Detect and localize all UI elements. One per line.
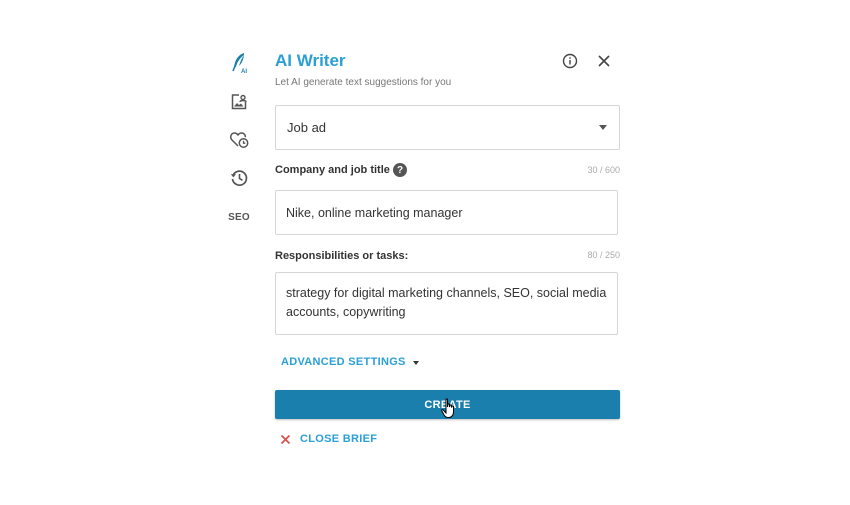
company-counter: 30 / 600 (587, 165, 620, 175)
help-icon[interactable]: ? (393, 163, 407, 177)
sidebar-item-images[interactable] (222, 89, 256, 115)
caret-down-icon (412, 360, 419, 365)
advanced-settings-label: ADVANCED SETTINGS (281, 356, 406, 368)
advanced-settings-toggle[interactable]: ADVANCED SETTINGS (281, 356, 419, 368)
close-brief-label: CLOSE BRIEF (300, 433, 378, 445)
close-brief-button[interactable]: CLOSE BRIEF (280, 433, 377, 445)
close-icon (598, 55, 610, 67)
sidebar-item-history[interactable] (222, 165, 256, 191)
sidebar-item-favorites[interactable] (222, 127, 256, 153)
template-select-value: Job ad (287, 120, 327, 135)
info-icon (562, 53, 578, 69)
image-user-icon (231, 94, 247, 110)
ai-quill-icon: AI (232, 53, 247, 74)
history-icon (230, 170, 248, 186)
close-icon (280, 434, 291, 444)
heart-clock-icon (230, 132, 249, 148)
responsibilities-label: Responsibilities or tasks: (275, 250, 409, 262)
template-select[interactable]: Job ad (275, 105, 620, 150)
responsibilities-counter: 80 / 250 (587, 250, 620, 260)
chevron-down-icon (599, 125, 607, 130)
sidebar-item-ai-writer[interactable]: AI (222, 50, 256, 76)
company-label: Company and job title (275, 164, 390, 176)
seo-icon: SEO (228, 211, 250, 223)
info-button[interactable] (559, 50, 581, 72)
company-field[interactable]: Nike, online marketing manager (275, 190, 618, 235)
svg-text:AI: AI (241, 69, 247, 74)
hand-cursor-icon (441, 398, 454, 418)
sidebar-item-seo[interactable]: SEO (222, 204, 256, 230)
panel-subtitle: Let AI generate text suggestions for you (275, 77, 452, 88)
responsibilities-field[interactable]: strategy for digital marketing channels,… (275, 272, 618, 335)
close-button[interactable] (593, 50, 615, 72)
panel-title: AI Writer (275, 51, 346, 70)
